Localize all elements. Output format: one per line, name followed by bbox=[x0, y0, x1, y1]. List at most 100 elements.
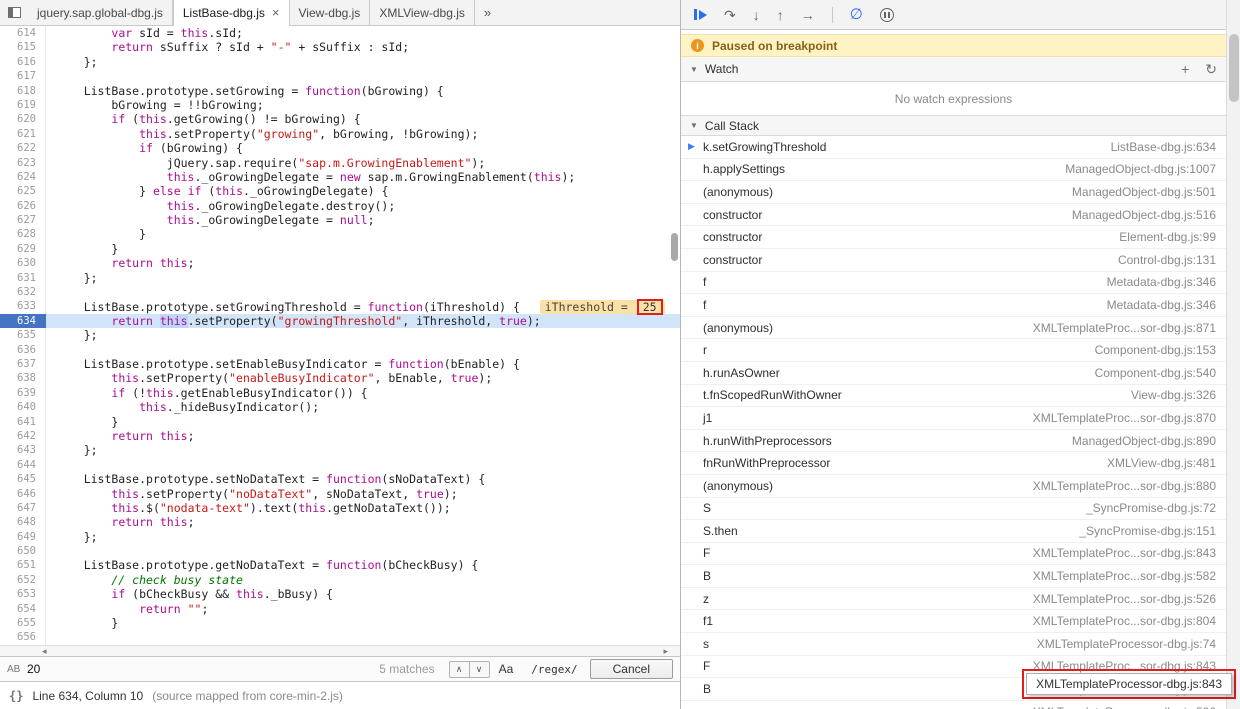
line-number[interactable]: 653 bbox=[0, 587, 46, 602]
tab-jquery-sap-global[interactable]: jquery.sap.global-dbg.js bbox=[28, 0, 173, 25]
line-number[interactable]: 648 bbox=[0, 515, 46, 530]
show-navigator-button[interactable] bbox=[0, 0, 28, 25]
code-editor[interactable]: 614 var sId = this.sId; 615 return sSuffi… bbox=[0, 26, 680, 645]
line-number[interactable]: 641 bbox=[0, 414, 46, 429]
line-number[interactable]: 650 bbox=[0, 544, 46, 559]
callstack-frame[interactable]: B XMLTemplateProc...sor-dbg.js:582 bbox=[681, 565, 1226, 588]
line-number[interactable]: 639 bbox=[0, 385, 46, 401]
callstack-frame[interactable]: t.fnScopedRunWithOwner View-dbg.js:326 bbox=[681, 385, 1226, 408]
callstack-frame[interactable]: s XMLTemplateProcessor-dbg.js:74 bbox=[681, 633, 1226, 656]
line-number[interactable]: 615 bbox=[0, 40, 46, 55]
tab-xmlview[interactable]: XMLView-dbg.js bbox=[370, 0, 475, 25]
watch-section-header[interactable]: ▼ Watch + ↻ bbox=[681, 57, 1226, 82]
line-number[interactable]: 636 bbox=[0, 342, 46, 357]
line-number[interactable]: 633 bbox=[0, 299, 46, 314]
callstack-frame[interactable]: h.runWithPreprocessors ManagedObject-dbg.… bbox=[681, 430, 1226, 453]
step-icon[interactable]: → bbox=[801, 8, 815, 22]
deactivate-breakpoints-icon[interactable]: ∅ bbox=[850, 7, 863, 22]
editor-horizontal-scrollbar[interactable]: ◂ ▸ bbox=[0, 645, 680, 656]
chevron-down-icon[interactable]: ▼ bbox=[690, 65, 698, 74]
line-number[interactable]: 629 bbox=[0, 241, 46, 257]
close-icon[interactable]: × bbox=[272, 6, 280, 19]
callstack-frame[interactable]: r Component-dbg.js:153 bbox=[681, 339, 1226, 362]
debugger-scrollbar[interactable] bbox=[1226, 0, 1240, 709]
line-number[interactable]: 630 bbox=[0, 256, 46, 271]
scroll-left-icon[interactable]: ◂ bbox=[42, 646, 47, 656]
line-number[interactable]: 643 bbox=[0, 443, 46, 458]
callstack-section-header[interactable]: ▼ Call Stack bbox=[681, 115, 1226, 136]
callstack-frame[interactable]: f Metadata-dbg.js:346 bbox=[681, 294, 1226, 317]
line-number[interactable]: 617 bbox=[0, 69, 46, 84]
line-number[interactable]: 616 bbox=[0, 54, 46, 70]
regex-button[interactable]: /regex/ bbox=[531, 663, 577, 676]
tab-view[interactable]: View-dbg.js bbox=[290, 0, 371, 25]
callstack-frame[interactable]: j1 XMLTemplateProc...sor-dbg.js:870 bbox=[681, 407, 1226, 430]
line-number[interactable]: 642 bbox=[0, 428, 46, 444]
search-input[interactable]: 20 5 matches bbox=[23, 662, 449, 676]
line-number[interactable]: 619 bbox=[0, 97, 46, 113]
line-number[interactable]: 656 bbox=[0, 630, 46, 645]
step-over-icon[interactable]: ↷ bbox=[724, 8, 736, 22]
line-number[interactable]: 623 bbox=[0, 155, 46, 170]
line-number[interactable]: 649 bbox=[0, 529, 46, 545]
callstack-frame[interactable]: S.then _SyncPromise-dbg.js:151 bbox=[681, 520, 1226, 543]
cancel-button[interactable]: Cancel bbox=[589, 659, 673, 679]
search-previous-button[interactable]: ∧ bbox=[448, 660, 470, 678]
chevron-down-icon[interactable]: ▼ bbox=[690, 121, 698, 130]
search-next-button[interactable]: ∨ bbox=[468, 660, 490, 678]
step-out-icon[interactable]: ↑ bbox=[777, 8, 784, 22]
line-number[interactable]: 628 bbox=[0, 227, 46, 242]
line-number[interactable]: 624 bbox=[0, 169, 46, 185]
add-watch-icon[interactable]: + bbox=[1181, 61, 1189, 78]
callstack-frame[interactable]: (anonymous) XMLTemplateProc...sor-dbg.js:… bbox=[681, 475, 1226, 498]
search-query[interactable]: 20 bbox=[27, 662, 40, 676]
line-number[interactable]: 634 bbox=[0, 313, 46, 329]
line-number[interactable]: 654 bbox=[0, 601, 46, 617]
callstack-frame[interactable]: ▶ k.setGrowingThreshold ListBase-dbg.js:63… bbox=[681, 136, 1226, 159]
line-number[interactable]: 645 bbox=[0, 472, 46, 487]
callstack-frame[interactable]: z XMLTemplateProc...sor-dbg.js:526 bbox=[681, 588, 1226, 611]
line-number[interactable]: 646 bbox=[0, 486, 46, 501]
callstack-frame[interactable]: fnRunWithPreprocessor XMLView-dbg.js:481 bbox=[681, 452, 1226, 475]
callstack-frame[interactable]: z XMLTemplateProc...sor-dbg.js:526 bbox=[681, 701, 1226, 709]
callstack-frame[interactable]: f1 XMLTemplateProc...sor-dbg.js:804 bbox=[681, 610, 1226, 634]
line-number[interactable]: 618 bbox=[0, 83, 46, 98]
callstack-frame[interactable]: h.runAsOwner Component-dbg.js:540 bbox=[681, 362, 1226, 385]
line-number[interactable]: 625 bbox=[0, 184, 46, 199]
resume-script-icon[interactable] bbox=[694, 9, 707, 20]
callstack-frame[interactable]: f Metadata-dbg.js:346 bbox=[681, 272, 1226, 295]
line-number[interactable]: 640 bbox=[0, 400, 46, 415]
line-number[interactable]: 635 bbox=[0, 328, 46, 343]
callstack-frame[interactable]: (anonymous) XMLTemplateProc...sor-dbg.js:… bbox=[681, 317, 1226, 340]
editor-vertical-scrollbar-thumb[interactable] bbox=[671, 233, 678, 261]
callstack-frame[interactable]: constructor ManagedObject-dbg.js:516 bbox=[681, 204, 1226, 227]
line-number[interactable]: 620 bbox=[0, 112, 46, 127]
callstack-frame[interactable]: (anonymous) ManagedObject-dbg.js:501 bbox=[681, 181, 1226, 204]
line-number[interactable]: 621 bbox=[0, 126, 46, 142]
line-number[interactable]: 614 bbox=[0, 26, 46, 41]
pause-on-exceptions-icon[interactable] bbox=[879, 7, 894, 22]
callstack-frame[interactable]: constructor Control-dbg.js:131 bbox=[681, 249, 1226, 272]
pretty-print-icon[interactable]: {} bbox=[9, 689, 23, 703]
line-number[interactable]: 632 bbox=[0, 285, 46, 300]
callstack-frame[interactable]: S _SyncPromise-dbg.js:72 bbox=[681, 498, 1226, 521]
line-number[interactable]: 655 bbox=[0, 616, 46, 631]
line-number[interactable]: 652 bbox=[0, 572, 46, 588]
callstack-frame[interactable]: constructor Element-dbg.js:99 bbox=[681, 226, 1226, 249]
tab-listbase[interactable]: ListBase-dbg.js × bbox=[172, 0, 290, 26]
callstack-frame[interactable]: h.applySettings ManagedObject-dbg.js:1007 bbox=[681, 159, 1226, 182]
line-number[interactable]: 622 bbox=[0, 141, 46, 156]
line-number[interactable]: 647 bbox=[0, 500, 46, 516]
line-number[interactable]: 626 bbox=[0, 198, 46, 214]
refresh-watch-icon[interactable]: ↻ bbox=[1205, 61, 1217, 78]
line-number[interactable]: 637 bbox=[0, 356, 46, 372]
line-number[interactable]: 651 bbox=[0, 558, 46, 573]
callstack-frame[interactable]: F XMLTemplateProc...sor-dbg.js:843 bbox=[681, 543, 1226, 566]
match-case-button[interactable]: Aa bbox=[499, 662, 514, 676]
tab-overflow-icon[interactable]: » bbox=[475, 0, 500, 25]
line-number[interactable]: 631 bbox=[0, 270, 46, 286]
editor-vertical-scrollbar[interactable] bbox=[670, 28, 679, 643]
step-into-icon[interactable]: ↓ bbox=[753, 8, 760, 22]
line-number[interactable]: 638 bbox=[0, 371, 46, 386]
debugger-scrollbar-thumb[interactable] bbox=[1229, 34, 1239, 102]
